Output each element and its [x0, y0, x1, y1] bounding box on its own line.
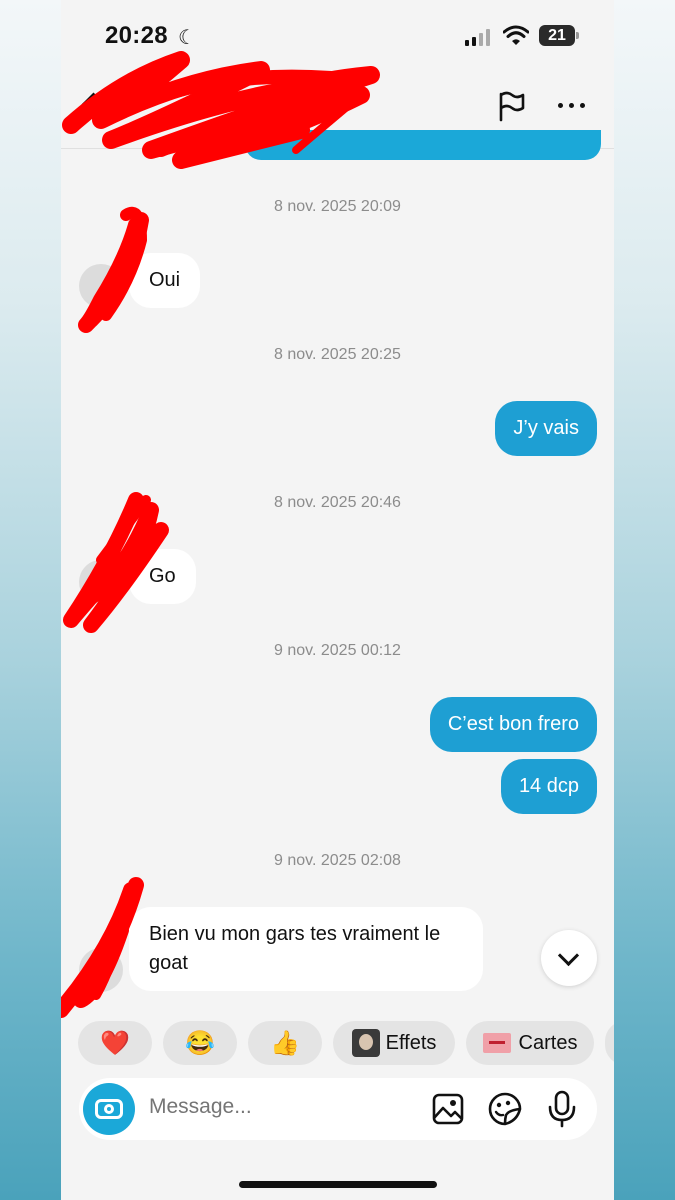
cellular-signal-icon [465, 28, 493, 46]
messaging-screen: 20:28 ☾ 21 8 nov. 2025 20:09 8 nov. 2025… [61, 0, 614, 1200]
outgoing-message-bubble[interactable]: C’est bon frero [429, 697, 597, 752]
incoming-message-bubble[interactable]: Bien vu mon gars tes vraiment le goat [129, 907, 483, 991]
contact-avatar[interactable] [79, 948, 123, 992]
quick-laugh-button[interactable]: 😂 [163, 1021, 237, 1065]
contact-avatar[interactable] [79, 560, 123, 604]
timestamp: 9 nov. 2025 02:08 [274, 852, 401, 869]
report-flag-icon[interactable] [497, 90, 527, 122]
wifi-icon [503, 25, 529, 45]
cards-label: Cartes [518, 1031, 578, 1054]
scroll-to-bottom-button[interactable] [541, 930, 597, 986]
cards-thumbnail-icon [482, 1033, 511, 1053]
contact-avatar[interactable] [79, 264, 123, 308]
outgoing-message-bubble[interactable]: J’y vais [495, 401, 597, 456]
camera-button[interactable] [83, 1083, 135, 1135]
timestamp: 9 nov. 2025 00:12 [274, 642, 401, 659]
camera-lens [104, 1104, 114, 1114]
gallery-image-icon[interactable] [431, 1092, 465, 1126]
battery-icon: 21 [539, 25, 575, 46]
timestamp: 8 nov. 2025 20:46 [274, 494, 401, 511]
status-time: 20:28 [105, 22, 168, 49]
timestamp: 8 nov. 2025 20:09 [274, 198, 401, 215]
message-input[interactable] [147, 1094, 411, 1120]
more-chip[interactable] [605, 1021, 614, 1065]
home-indicator [239, 1181, 437, 1188]
laugh-emoji-icon: 😂 [185, 1029, 215, 1057]
outgoing-message-bubble[interactable]: 14 dcp [500, 759, 597, 814]
quick-heart-button[interactable]: ❤️ [78, 1021, 152, 1065]
cards-chip[interactable]: Cartes [466, 1021, 594, 1065]
more-options-icon[interactable] [558, 97, 590, 113]
microphone-icon[interactable] [547, 1090, 577, 1128]
chevron-down-icon [557, 944, 580, 967]
effects-label: Effets [385, 1031, 437, 1054]
effects-thumbnail-icon [351, 1029, 380, 1057]
effects-chip[interactable]: Effets [333, 1021, 455, 1065]
heart-icon: ❤️ [100, 1029, 130, 1057]
incoming-message-bubble[interactable]: Oui [129, 253, 201, 308]
battery-nub [576, 32, 579, 39]
timestamp: 8 nov. 2025 20:25 [274, 346, 401, 363]
focus-moon-icon: ☾ [178, 27, 196, 49]
incoming-message-bubble[interactable]: Go [129, 549, 196, 604]
thumbs-up-icon: 👍 [270, 1029, 300, 1057]
sticker-icon[interactable] [487, 1091, 523, 1127]
previous-message-bubble[interactable] [245, 130, 601, 160]
quick-thumbs-up-button[interactable]: 👍 [248, 1021, 322, 1065]
